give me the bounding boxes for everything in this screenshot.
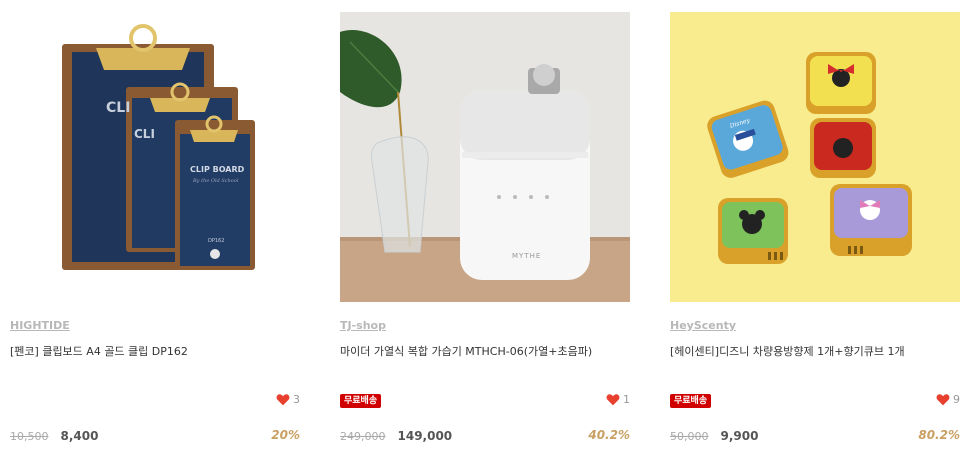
product-name[interactable]: [펜코] 클립보드 A4 골드 클립 DP162	[10, 343, 188, 359]
like-button[interactable]: 9	[936, 393, 960, 406]
clip-text-back: CLI	[106, 100, 130, 116]
price-row: 50,000 9,900	[670, 429, 758, 443]
heart-icon	[936, 394, 950, 406]
product-card[interactable]: MYTHE TJ-shop 마이더 가열식 복합 가습기 MTHCH-06(가열…	[340, 12, 630, 462]
like-button[interactable]: 1	[606, 393, 630, 406]
original-price: 50,000	[670, 430, 709, 443]
like-button[interactable]: 3	[276, 393, 300, 406]
discount-rate: 80.2%	[918, 428, 960, 442]
sale-price: 8,400	[60, 429, 99, 443]
air-freshener-product-illustration: Disney	[670, 12, 960, 302]
product-name[interactable]: [헤이센티]디즈니 차량용방향제 1개+향기큐브 1개	[670, 343, 905, 359]
original-price: 249,000	[340, 430, 386, 443]
sale-price: 149,000	[397, 429, 453, 443]
price-row: 10,500 8,400	[10, 429, 98, 443]
product-name[interactable]: 마이더 가열식 복합 가습기 MTHCH-06(가열+초음파)	[340, 343, 592, 359]
sale-price: 9,900	[720, 429, 759, 443]
original-price: 10,500	[10, 430, 49, 443]
humidifier-product-illustration: MYTHE	[340, 12, 630, 302]
heart-icon	[606, 394, 620, 406]
like-count: 9	[953, 393, 960, 406]
seller-link[interactable]: TJ-shop	[340, 319, 386, 332]
price-row: 249,000 149,000	[340, 429, 452, 443]
discount-rate: 20%	[271, 428, 300, 442]
free-shipping-badge: 무료배송	[340, 394, 382, 408]
like-count: 1	[623, 393, 630, 406]
seller-link[interactable]: HeyScenty	[670, 319, 736, 332]
product-image[interactable]: Disney	[670, 12, 960, 302]
clipboard-product-illustration: CLI CLI CLIP BOARD By the Old School DP1…	[10, 12, 300, 302]
product-image[interactable]: CLI CLI CLIP BOARD By the Old School DP1…	[10, 12, 300, 302]
clipboard-label: CLIP BOARD	[190, 165, 245, 174]
humidifier-brand: MYTHE	[512, 252, 541, 260]
product-card[interactable]: Disney HeyScenty [헤이센티]디즈니 차량용방향제 1개+향기큐…	[670, 12, 960, 462]
free-shipping-badge: 무료배송	[670, 394, 712, 408]
clipboard-tagline: By the Old School	[192, 178, 239, 184]
clip-text-middle: CLI	[134, 127, 155, 141]
like-count: 3	[293, 393, 300, 406]
product-card[interactable]: CLI CLI CLIP BOARD By the Old School DP1…	[10, 12, 300, 462]
heart-icon	[276, 394, 290, 406]
model-label: DP162	[208, 238, 224, 244]
discount-rate: 40.2%	[588, 428, 630, 442]
seller-link[interactable]: HIGHTIDE	[10, 319, 70, 332]
product-image[interactable]: MYTHE	[340, 12, 630, 302]
